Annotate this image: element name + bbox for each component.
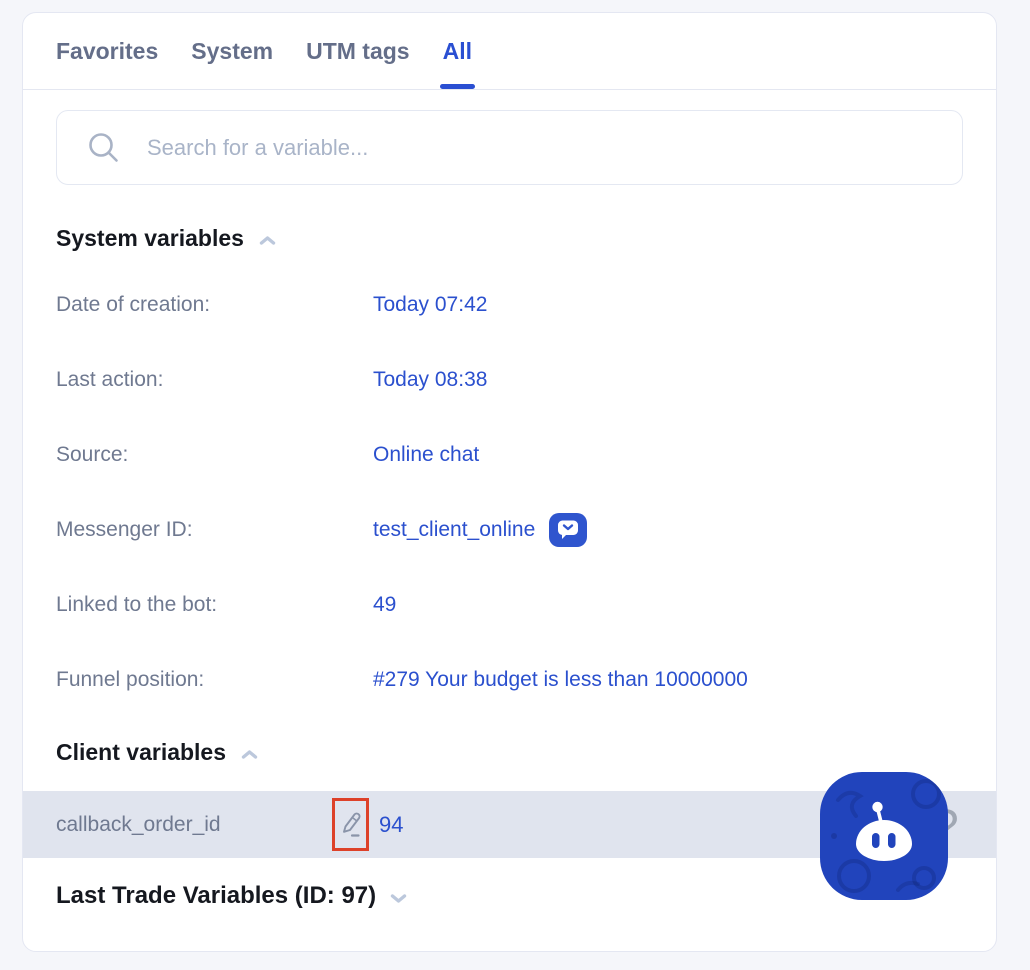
row-value[interactable]: Online chat (373, 443, 479, 467)
variable-value[interactable]: 94 (379, 812, 403, 838)
row-label: Linked to the bot: (56, 592, 218, 616)
row-value[interactable]: #279 Your budget is less than 10000000 (373, 668, 748, 692)
panel-content: System variables Date of creation: Today… (23, 110, 996, 767)
client-variables-heading: Client variables (56, 737, 963, 767)
row-value[interactable]: Today 07:42 (373, 293, 487, 317)
row-messenger-id: Messenger ID: test_client_online (56, 492, 963, 567)
row-value[interactable]: Today 08:38 (373, 368, 487, 392)
row-funnel-position: Funnel position: #279 Your budget is les… (56, 642, 963, 717)
client-variables-title: Client variables (56, 738, 227, 765)
collapse-chevron-up-icon[interactable] (240, 740, 259, 767)
search-box[interactable] (56, 110, 963, 185)
row-source: Source: Online chat (56, 417, 963, 492)
expand-chevron-down-icon[interactable] (389, 884, 408, 912)
search-input[interactable] (147, 134, 942, 161)
doodle-pattern (831, 779, 941, 893)
system-variables-title: System variables (56, 224, 244, 251)
row-date-of-creation: Date of creation: Today 07:42 (56, 267, 963, 342)
pencil-edit-icon (343, 812, 361, 837)
last-trade-title: Last Trade Variables (ID: 97) (56, 882, 377, 909)
tab-system[interactable]: System (191, 13, 273, 89)
row-label: Last action: (56, 367, 164, 391)
tab-utm-tags[interactable]: UTM tags (306, 13, 410, 89)
row-label: Date of creation: (56, 292, 211, 316)
messenger-id-value[interactable]: test_client_online (373, 518, 535, 542)
collapse-chevron-up-icon[interactable] (258, 226, 277, 253)
row-label: Funnel position: (56, 667, 205, 691)
row-value[interactable]: test_client_online (373, 512, 588, 547)
row-value[interactable]: 49 (373, 593, 396, 617)
system-variables-heading: System variables (56, 223, 963, 253)
page: { "tabs": [ { "label": "Favorites", "act… (0, 0, 1030, 970)
edit-variable-button[interactable] (332, 798, 369, 851)
row-linked-to-bot: Linked to the bot: 49 (56, 567, 963, 642)
tab-favorites[interactable]: Favorites (56, 13, 158, 89)
tab-all[interactable]: All (439, 13, 476, 89)
row-label: Messenger ID: (56, 517, 193, 541)
search-icon (89, 132, 118, 162)
chatbot-widget-button[interactable] (820, 772, 948, 900)
variable-name: callback_order_id (56, 812, 221, 836)
system-variables-list: Date of creation: Today 07:42 Last actio… (56, 267, 963, 717)
row-label: Source: (56, 442, 129, 466)
tab-bar: Favorites System UTM tags All (23, 13, 996, 90)
messenger-chat-icon[interactable] (549, 512, 588, 547)
row-last-action: Last action: Today 08:38 (56, 342, 963, 417)
